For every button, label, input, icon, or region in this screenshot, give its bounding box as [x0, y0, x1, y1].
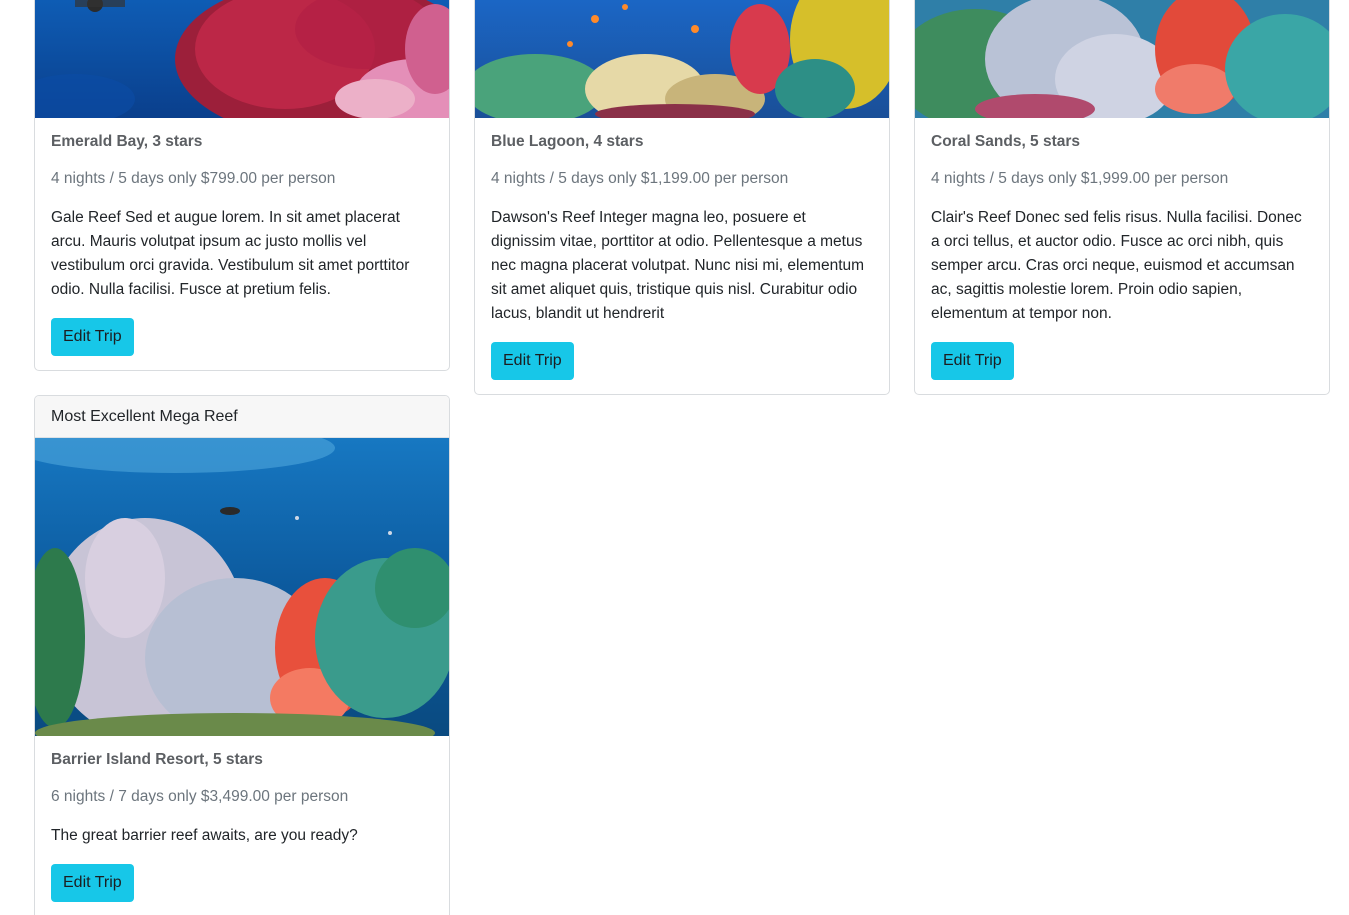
trip-card-emerald-bay: Emerald Bay, 3 stars 4 nights / 5 days o…	[34, 0, 450, 371]
trip-description: Gale Reef Sed et augue lorem. In sit ame…	[51, 209, 410, 298]
edit-trip-button[interactable]: Edit Trip	[931, 342, 1014, 380]
trip-price: 4 nights / 5 days only $1,199.00 per per…	[491, 170, 789, 187]
card-body: Coral Sands, 5 stars 4 nights / 5 days o…	[915, 132, 1329, 380]
edit-trip-button[interactable]: Edit Trip	[491, 342, 574, 380]
trip-list-page: Emerald Bay, 3 stars 4 nights / 5 days o…	[0, 0, 1349, 915]
trip-price: 4 nights / 5 days only $1,999.00 per per…	[931, 170, 1229, 187]
trip-description: Clair's Reef Donec sed felis risus. Null…	[931, 209, 1302, 322]
trip-description: The great barrier reef awaits, are you r…	[51, 827, 358, 844]
card-body: Barrier Island Resort, 5 stars 6 nights …	[35, 750, 449, 902]
resort-name: Blue Lagoon, 4 stars	[491, 133, 644, 150]
trip-card-blue-lagoon: Blue Lagoon, 4 stars 4 nights / 5 days o…	[474, 0, 890, 395]
trip-price: 4 nights / 5 days only $799.00 per perso…	[51, 170, 336, 187]
reef-photo	[35, 438, 449, 736]
trip-description: Dawson's Reef Integer magna leo, posuere…	[491, 209, 865, 322]
reef-photo	[915, 0, 1329, 118]
card-body: Emerald Bay, 3 stars 4 nights / 5 days o…	[35, 132, 449, 356]
trip-card-coral-sands: Coral Sands, 5 stars 4 nights / 5 days o…	[914, 0, 1330, 395]
card-body: Blue Lagoon, 4 stars 4 nights / 5 days o…	[475, 132, 889, 380]
reef-photo	[35, 0, 449, 118]
edit-trip-button[interactable]: Edit Trip	[51, 318, 134, 356]
edit-trip-button[interactable]: Edit Trip	[51, 864, 134, 902]
resort-name: Barrier Island Resort, 5 stars	[51, 751, 263, 768]
reef-photo	[475, 0, 889, 118]
resort-name: Coral Sands, 5 stars	[931, 133, 1081, 150]
resort-name: Emerald Bay, 3 stars	[51, 133, 203, 150]
card-header-title: Most Excellent Mega Reef	[35, 396, 449, 438]
trip-card-mega-reef: Most Excellent Mega Reef Barrier Island …	[34, 395, 450, 915]
trip-price: 6 nights / 7 days only $3,499.00 per per…	[51, 788, 349, 805]
